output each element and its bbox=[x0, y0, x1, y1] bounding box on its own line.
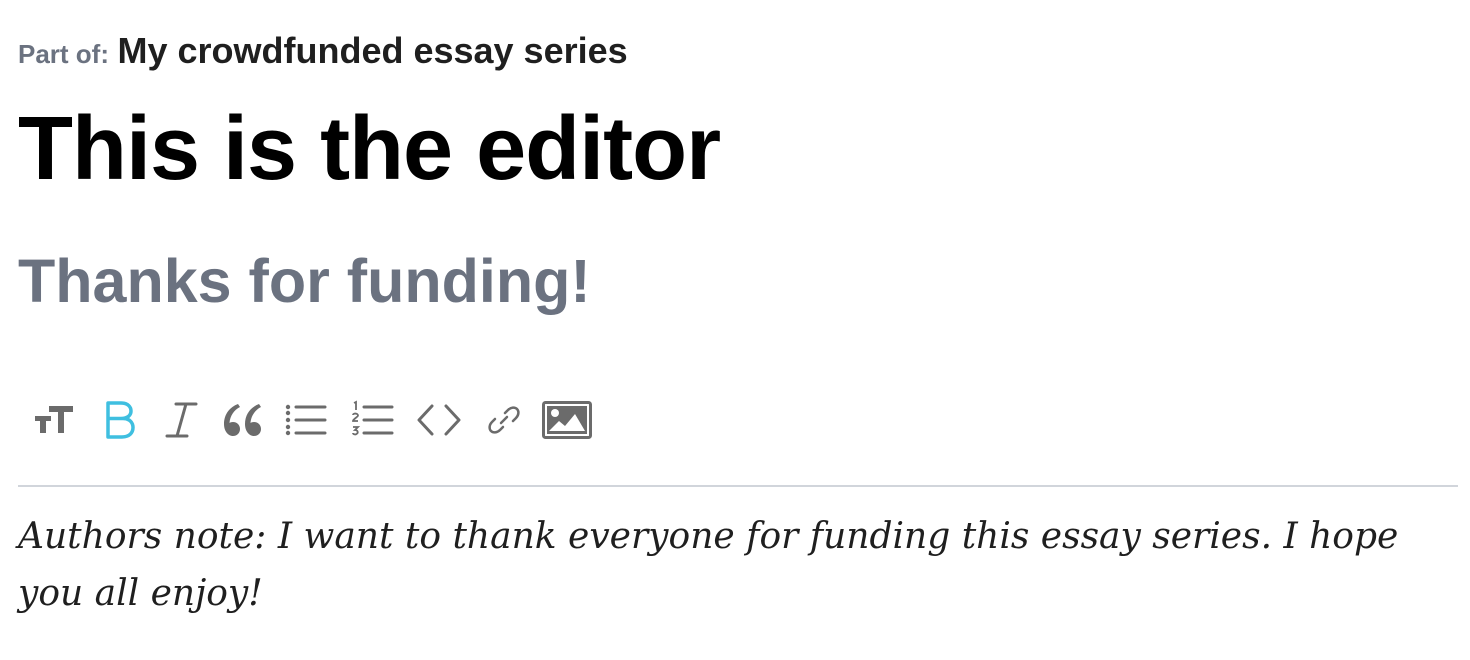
post-subtitle-field[interactable]: Thanks for funding! bbox=[18, 246, 591, 316]
bulleted-list-button[interactable] bbox=[278, 394, 332, 446]
text-size-icon bbox=[35, 406, 73, 433]
quote-button[interactable] bbox=[217, 394, 267, 446]
post-body-editor[interactable]: Authors note: I want to thank everyone f… bbox=[18, 508, 1458, 622]
italic-icon bbox=[165, 402, 198, 438]
series-prefix-label: Part of: bbox=[18, 39, 109, 69]
series-name-link[interactable]: My crowdfunded essay series bbox=[117, 30, 627, 71]
italic-button[interactable] bbox=[156, 394, 206, 446]
text-size-button[interactable] bbox=[28, 394, 82, 446]
code-icon bbox=[417, 404, 461, 436]
link-button[interactable] bbox=[479, 394, 529, 446]
code-button[interactable] bbox=[412, 394, 466, 446]
post-title-field[interactable]: This is the editor bbox=[18, 98, 721, 201]
quote-icon bbox=[224, 404, 261, 436]
editor-divider bbox=[18, 485, 1458, 487]
image-icon bbox=[542, 401, 592, 439]
link-icon bbox=[488, 406, 520, 434]
bulleted-list-icon bbox=[285, 404, 327, 436]
numbered-list-icon bbox=[352, 400, 394, 436]
numbered-list-button[interactable] bbox=[345, 394, 399, 446]
editor-page: Part of: My crowdfunded essay series Thi… bbox=[18, 0, 1458, 660]
bold-button[interactable] bbox=[95, 394, 145, 446]
series-line: Part of: My crowdfunded essay series bbox=[18, 30, 628, 72]
image-button[interactable] bbox=[540, 394, 594, 446]
bold-icon bbox=[106, 401, 135, 439]
formatting-toolbar bbox=[28, 394, 607, 446]
